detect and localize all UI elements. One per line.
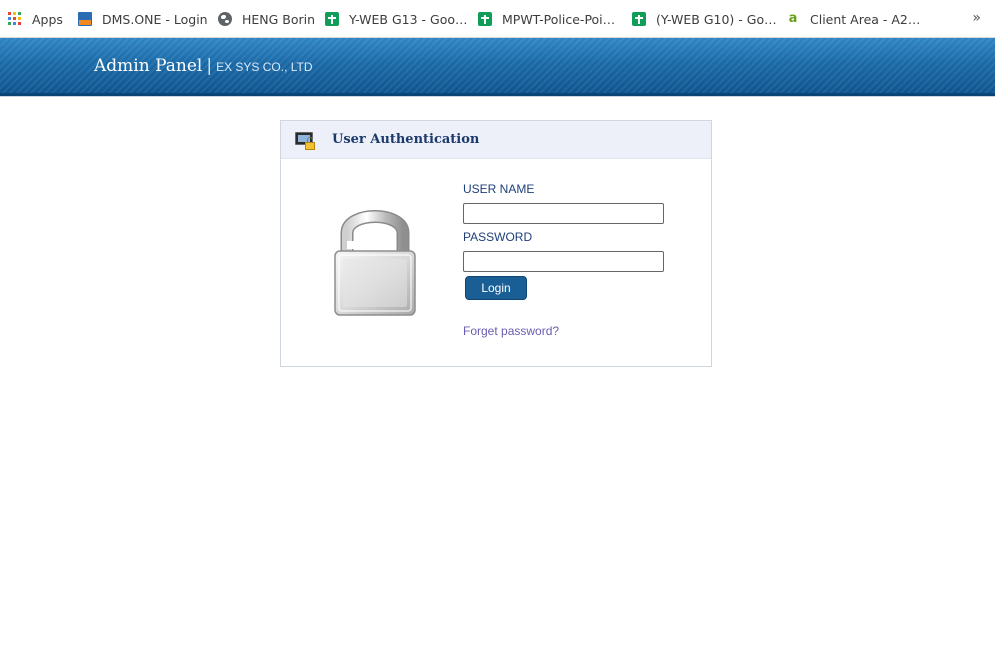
username-label: USER NAME [463,182,535,196]
secure-computer-icon [295,131,317,153]
auth-panel-header: User Authentication [281,121,711,159]
google-sheets-icon [632,12,646,26]
login-button[interactable]: Login [465,276,527,300]
company-name: EX SYS CO., LTD [216,60,313,74]
bookmark-label: HENG Borin [242,11,316,27]
google-sheets-icon [478,12,492,26]
padlock-icon [334,210,416,316]
dms-one-icon [78,12,92,26]
auth-title: User Authentication [332,132,480,147]
bookmark-dms-one[interactable]: DMS.ONE - Login [78,10,208,28]
bookmarks-overflow-button[interactable]: » [972,10,981,26]
bookmark-label: MPWT-Police-Poi… [502,11,616,27]
header-title-group: Admin Panel | EX SYS CO., LTD [94,56,313,76]
bookmark-mpwt-police[interactable]: MPWT-Police-Poi… [478,10,615,28]
password-label: PASSWORD [463,230,533,244]
bookmark-label: Y-WEB G13 - Goo… [349,11,468,27]
bookmark-apps[interactable]: Apps [8,10,63,28]
header-divider [0,96,995,97]
globe-icon [218,12,232,26]
username-input[interactable] [463,203,664,224]
bookmarks-bar: Apps DMS.ONE - Login HENG Borin Y-WEB G1… [0,0,995,38]
password-input[interactable] [463,251,664,272]
a2-hosting-icon: a [788,11,798,26]
bookmark-label: Apps [32,11,63,27]
auth-panel: User Authentication USER NAME PASSWORD L… [280,120,712,367]
admin-header: Admin Panel | EX SYS CO., LTD [0,38,995,96]
forgot-password-link[interactable]: Forget password? [463,324,559,338]
bookmark-label: Client Area - A2… [810,11,921,27]
bookmark-client-area[interactable]: a Client Area - A2… [786,10,921,28]
google-sheets-icon [325,12,339,26]
apps-grid-icon [8,12,22,26]
bookmark-y-web-g13[interactable]: Y-WEB G13 - Goo… [325,10,468,28]
title-separator: | [206,56,213,76]
bookmark-y-web-g10[interactable]: (Y-WEB G10) - Go… [632,10,777,28]
bookmark-heng-borin[interactable]: HENG Borin [218,10,315,28]
bookmark-label: DMS.ONE - Login [102,11,208,27]
bookmark-label: (Y-WEB G10) - Go… [656,11,777,27]
admin-panel-title: Admin Panel [94,56,203,76]
